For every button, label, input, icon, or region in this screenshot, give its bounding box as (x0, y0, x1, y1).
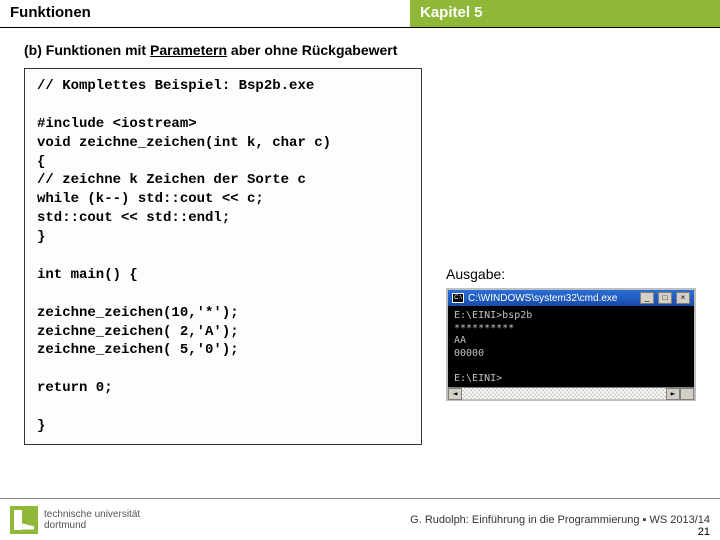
resize-grip-icon[interactable] (680, 388, 694, 400)
terminal-window: C:\ C:\WINDOWS\system32\cmd.exe _ □ × E:… (446, 288, 696, 401)
credit-line: G. Rudolph: Einführung in die Programmie… (140, 514, 710, 526)
uni-line2: dortmund (44, 520, 140, 531)
code-line: } (37, 228, 409, 247)
code-box: // Komplettes Beispiel: Bsp2b.exe #inclu… (24, 68, 422, 445)
university-logo: technische universität dortmund (10, 506, 140, 534)
code-line: return 0; (37, 379, 409, 398)
header-left-title: Funktionen (0, 0, 410, 27)
code-line: std::cout << std::endl; (37, 209, 409, 228)
output-label: Ausgabe: (446, 266, 696, 282)
tu-logo-icon (10, 506, 38, 534)
code-line: { (37, 153, 409, 172)
slide-footer: technische universität dortmund G. Rudol… (0, 498, 720, 540)
terminal-body: E:\EINI>bsp2b ********** AA 00000 E:\EIN… (448, 306, 694, 387)
code-line: // zeichne k Zeichen der Sorte c (37, 171, 409, 190)
subtitle-underlined: Parametern (150, 42, 227, 58)
scroll-right-icon[interactable]: ► (666, 388, 680, 400)
header-right-chapter: Kapitel 5 (410, 0, 720, 27)
code-line: void zeichne_zeichen(int k, char c) (37, 134, 409, 153)
close-button[interactable]: × (676, 292, 690, 304)
minimize-button[interactable]: _ (640, 292, 654, 304)
code-line: } (37, 417, 409, 436)
code-line: while (k--) std::cout << c; (37, 190, 409, 209)
code-line: int main() { (37, 266, 409, 285)
uni-line1: technische universität (44, 509, 140, 520)
page-number: 21 (698, 526, 710, 538)
code-line: zeichne_zeichen( 5,'0'); (37, 341, 409, 360)
scroll-track[interactable] (462, 388, 666, 399)
maximize-button[interactable]: □ (658, 292, 672, 304)
code-line: #include <iostream> (37, 115, 409, 134)
code-line: // Komplettes Beispiel: Bsp2b.exe (37, 77, 409, 96)
subtitle: (b) Funktionen mit Parametern aber ohne … (24, 42, 696, 58)
terminal-title-text: C:\WINDOWS\system32\cmd.exe (468, 293, 617, 304)
cmd-icon: C:\ (452, 293, 464, 303)
scroll-left-icon[interactable]: ◄ (448, 388, 462, 400)
subtitle-prefix: (b) Funktionen mit (24, 42, 150, 58)
terminal-scrollbar[interactable]: ◄ ► (448, 387, 694, 399)
code-line: zeichne_zeichen( 2,'A'); (37, 323, 409, 342)
code-line: zeichne_zeichen(10,'*'); (37, 304, 409, 323)
output-area: Ausgabe: C:\ C:\WINDOWS\system32\cmd.exe… (446, 266, 696, 401)
terminal-titlebar: C:\ C:\WINDOWS\system32\cmd.exe _ □ × (448, 290, 694, 306)
university-name: technische universität dortmund (44, 509, 140, 531)
subtitle-suffix: aber ohne Rückgabewert (227, 42, 397, 58)
slide-header: Funktionen Kapitel 5 (0, 0, 720, 28)
